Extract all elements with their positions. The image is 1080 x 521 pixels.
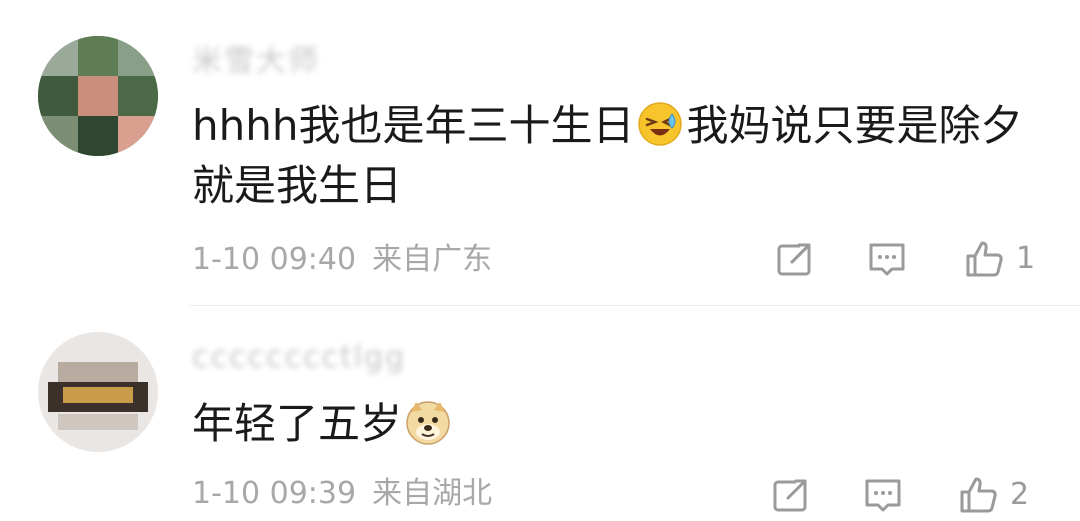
reply-button[interactable] [866,238,908,280]
share-button[interactable] [770,474,812,516]
share-button[interactable] [774,238,816,280]
like-button[interactable]: 1 [964,238,1035,280]
comment-text-part: hhhh我也是年三十生日 [192,101,635,150]
thumbs-up-icon [958,474,1000,516]
comment-item: 米雪大师 hhhh我也是年三十生日 我妈说只要是除夕就是我生日 1-10 09:… [0,0,1080,305]
comment-item: cccccccctlgg 年轻了五岁 1-10 09:39 来自湖北 2 [0,306,1080,521]
laughing-tears-emoji [636,100,684,148]
share-icon [774,238,816,280]
username[interactable]: 米雪大师 [192,42,320,82]
comment-text: hhhh我也是年三十生日 我妈说只要是除夕就是我生日 [192,96,1052,216]
reply-button[interactable] [862,474,904,516]
avatar[interactable] [38,332,158,452]
comment-meta: 1-10 09:39 来自湖北 [192,474,492,514]
like-button[interactable]: 2 [958,474,1029,516]
comment-text: 年轻了五岁 [192,394,1052,454]
location: 来自广东 [372,242,493,277]
share-icon [770,474,812,516]
comment-icon [866,238,908,280]
comment-text-part: 年轻了五岁 [192,399,403,448]
thumbs-up-icon [964,238,1006,280]
avatar[interactable] [38,36,158,156]
timestamp: 1-10 09:40 [192,242,357,277]
username[interactable]: cccccccctlgg [192,338,406,378]
timestamp: 1-10 09:39 [192,476,357,511]
like-count: 1 [1016,241,1036,276]
location: 来自湖北 [372,476,493,511]
like-count: 2 [1010,477,1030,512]
comment-icon [862,474,904,516]
comment-meta: 1-10 09:40 来自广东 [192,240,492,280]
doge-emoji [404,398,452,446]
